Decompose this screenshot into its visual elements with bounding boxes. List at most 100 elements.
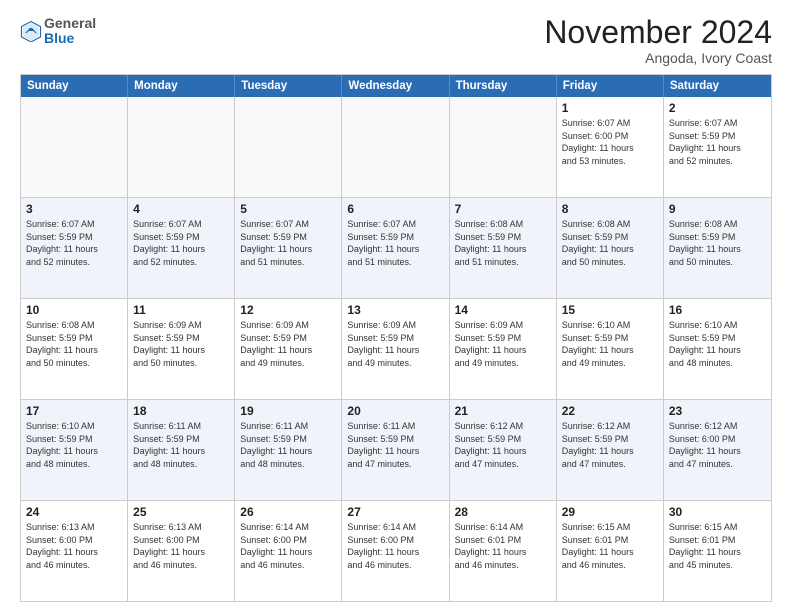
day-cell: 21 Sunrise: 6:12 AM Sunset: 5:59 PM Dayli… bbox=[450, 400, 557, 500]
day-info: Sunrise: 6:09 AM Sunset: 5:59 PM Dayligh… bbox=[133, 319, 229, 369]
day-number: 20 bbox=[347, 404, 443, 418]
weekday-header: Sunday bbox=[21, 75, 128, 97]
day-info: Sunrise: 6:12 AM Sunset: 5:59 PM Dayligh… bbox=[562, 420, 658, 470]
day-cell: 28 Sunrise: 6:14 AM Sunset: 6:01 PM Dayli… bbox=[450, 501, 557, 601]
weekday-header: Saturday bbox=[664, 75, 771, 97]
logo-text: General Blue bbox=[44, 16, 96, 47]
day-number: 1 bbox=[562, 101, 658, 115]
empty-cell bbox=[342, 97, 449, 197]
logo: General Blue bbox=[20, 16, 96, 47]
day-number: 27 bbox=[347, 505, 443, 519]
calendar-header: SundayMondayTuesdayWednesdayThursdayFrid… bbox=[21, 75, 771, 97]
day-info: Sunrise: 6:07 AM Sunset: 5:59 PM Dayligh… bbox=[26, 218, 122, 268]
day-number: 12 bbox=[240, 303, 336, 317]
day-info: Sunrise: 6:12 AM Sunset: 5:59 PM Dayligh… bbox=[455, 420, 551, 470]
day-info: Sunrise: 6:08 AM Sunset: 5:59 PM Dayligh… bbox=[562, 218, 658, 268]
day-info: Sunrise: 6:07 AM Sunset: 5:59 PM Dayligh… bbox=[240, 218, 336, 268]
day-cell: 18 Sunrise: 6:11 AM Sunset: 5:59 PM Dayli… bbox=[128, 400, 235, 500]
day-number: 18 bbox=[133, 404, 229, 418]
month-title: November 2024 bbox=[544, 16, 772, 48]
weekday-header: Tuesday bbox=[235, 75, 342, 97]
day-info: Sunrise: 6:11 AM Sunset: 5:59 PM Dayligh… bbox=[133, 420, 229, 470]
weekday-header: Monday bbox=[128, 75, 235, 97]
day-cell: 12 Sunrise: 6:09 AM Sunset: 5:59 PM Dayli… bbox=[235, 299, 342, 399]
day-number: 17 bbox=[26, 404, 122, 418]
day-cell: 5 Sunrise: 6:07 AM Sunset: 5:59 PM Daylig… bbox=[235, 198, 342, 298]
logo-general: General bbox=[44, 15, 96, 31]
day-number: 29 bbox=[562, 505, 658, 519]
day-cell: 24 Sunrise: 6:13 AM Sunset: 6:00 PM Dayli… bbox=[21, 501, 128, 601]
day-number: 25 bbox=[133, 505, 229, 519]
day-cell: 30 Sunrise: 6:15 AM Sunset: 6:01 PM Dayli… bbox=[664, 501, 771, 601]
day-number: 4 bbox=[133, 202, 229, 216]
day-number: 16 bbox=[669, 303, 766, 317]
day-info: Sunrise: 6:07 AM Sunset: 5:59 PM Dayligh… bbox=[133, 218, 229, 268]
day-number: 6 bbox=[347, 202, 443, 216]
calendar-body: 1 Sunrise: 6:07 AM Sunset: 6:00 PM Daylig… bbox=[21, 97, 771, 601]
day-cell: 7Sunrise: 6:08 AM Sunset: 5:59 PM Daylig… bbox=[450, 198, 557, 298]
day-number: 7 bbox=[455, 202, 551, 216]
day-cell: 22 Sunrise: 6:12 AM Sunset: 5:59 PM Dayli… bbox=[557, 400, 664, 500]
day-cell: 13Sunrise: 6:09 AM Sunset: 5:59 PM Dayli… bbox=[342, 299, 449, 399]
day-info: Sunrise: 6:11 AM Sunset: 5:59 PM Dayligh… bbox=[240, 420, 336, 470]
day-cell: 29 Sunrise: 6:15 AM Sunset: 6:01 PM Dayli… bbox=[557, 501, 664, 601]
calendar-row: 10Sunrise: 6:08 AM Sunset: 5:59 PM Dayli… bbox=[21, 298, 771, 399]
day-number: 5 bbox=[240, 202, 336, 216]
calendar-row: 24 Sunrise: 6:13 AM Sunset: 6:00 PM Dayli… bbox=[21, 500, 771, 601]
day-info: Sunrise: 6:12 AM Sunset: 6:00 PM Dayligh… bbox=[669, 420, 766, 470]
day-cell: 19 Sunrise: 6:11 AM Sunset: 5:59 PM Dayli… bbox=[235, 400, 342, 500]
day-number: 8 bbox=[562, 202, 658, 216]
day-number: 15 bbox=[562, 303, 658, 317]
day-cell: 14 Sunrise: 6:09 AM Sunset: 5:59 PM Dayli… bbox=[450, 299, 557, 399]
weekday-header: Friday bbox=[557, 75, 664, 97]
day-cell: 9Sunrise: 6:08 AM Sunset: 5:59 PM Daylig… bbox=[664, 198, 771, 298]
location: Angoda, Ivory Coast bbox=[544, 50, 772, 66]
day-cell: 15 Sunrise: 6:10 AM Sunset: 5:59 PM Dayli… bbox=[557, 299, 664, 399]
day-cell: 11 Sunrise: 6:09 AM Sunset: 5:59 PM Dayli… bbox=[128, 299, 235, 399]
day-info: Sunrise: 6:10 AM Sunset: 5:59 PM Dayligh… bbox=[26, 420, 122, 470]
day-number: 11 bbox=[133, 303, 229, 317]
day-cell: 25Sunrise: 6:13 AM Sunset: 6:00 PM Dayli… bbox=[128, 501, 235, 601]
day-info: Sunrise: 6:07 AM Sunset: 6:00 PM Dayligh… bbox=[562, 117, 658, 167]
day-info: Sunrise: 6:15 AM Sunset: 6:01 PM Dayligh… bbox=[562, 521, 658, 571]
empty-cell bbox=[450, 97, 557, 197]
page: General Blue November 2024 Angoda, Ivory… bbox=[0, 0, 792, 612]
day-info: Sunrise: 6:13 AM Sunset: 6:00 PM Dayligh… bbox=[26, 521, 122, 571]
day-number: 30 bbox=[669, 505, 766, 519]
weekday-header: Wednesday bbox=[342, 75, 449, 97]
day-cell: 4 Sunrise: 6:07 AM Sunset: 5:59 PM Daylig… bbox=[128, 198, 235, 298]
calendar-row: 1 Sunrise: 6:07 AM Sunset: 6:00 PM Daylig… bbox=[21, 97, 771, 197]
day-number: 28 bbox=[455, 505, 551, 519]
day-cell: 17 Sunrise: 6:10 AM Sunset: 5:59 PM Dayli… bbox=[21, 400, 128, 500]
day-cell: 27Sunrise: 6:14 AM Sunset: 6:00 PM Dayli… bbox=[342, 501, 449, 601]
day-number: 2 bbox=[669, 101, 766, 115]
day-info: Sunrise: 6:09 AM Sunset: 5:59 PM Dayligh… bbox=[240, 319, 336, 369]
day-info: Sunrise: 6:15 AM Sunset: 6:01 PM Dayligh… bbox=[669, 521, 766, 571]
header: General Blue November 2024 Angoda, Ivory… bbox=[20, 16, 772, 66]
empty-cell bbox=[128, 97, 235, 197]
day-info: Sunrise: 6:08 AM Sunset: 5:59 PM Dayligh… bbox=[669, 218, 766, 268]
day-cell: 3 Sunrise: 6:07 AM Sunset: 5:59 PM Daylig… bbox=[21, 198, 128, 298]
day-cell: 16Sunrise: 6:10 AM Sunset: 5:59 PM Dayli… bbox=[664, 299, 771, 399]
day-info: Sunrise: 6:07 AM Sunset: 5:59 PM Dayligh… bbox=[669, 117, 766, 167]
empty-cell bbox=[235, 97, 342, 197]
calendar-row: 17 Sunrise: 6:10 AM Sunset: 5:59 PM Dayli… bbox=[21, 399, 771, 500]
empty-cell bbox=[21, 97, 128, 197]
day-number: 22 bbox=[562, 404, 658, 418]
day-number: 3 bbox=[26, 202, 122, 216]
day-number: 24 bbox=[26, 505, 122, 519]
logo-icon bbox=[20, 20, 42, 42]
day-info: Sunrise: 6:09 AM Sunset: 5:59 PM Dayligh… bbox=[455, 319, 551, 369]
day-info: Sunrise: 6:09 AM Sunset: 5:59 PM Dayligh… bbox=[347, 319, 443, 369]
day-number: 26 bbox=[240, 505, 336, 519]
day-cell: 20 Sunrise: 6:11 AM Sunset: 5:59 PM Dayli… bbox=[342, 400, 449, 500]
day-cell: 26Sunrise: 6:14 AM Sunset: 6:00 PM Dayli… bbox=[235, 501, 342, 601]
day-info: Sunrise: 6:10 AM Sunset: 5:59 PM Dayligh… bbox=[562, 319, 658, 369]
day-number: 14 bbox=[455, 303, 551, 317]
day-number: 19 bbox=[240, 404, 336, 418]
day-info: Sunrise: 6:14 AM Sunset: 6:01 PM Dayligh… bbox=[455, 521, 551, 571]
day-number: 21 bbox=[455, 404, 551, 418]
calendar: SundayMondayTuesdayWednesdayThursdayFrid… bbox=[20, 74, 772, 602]
day-info: Sunrise: 6:11 AM Sunset: 5:59 PM Dayligh… bbox=[347, 420, 443, 470]
title-block: November 2024 Angoda, Ivory Coast bbox=[544, 16, 772, 66]
